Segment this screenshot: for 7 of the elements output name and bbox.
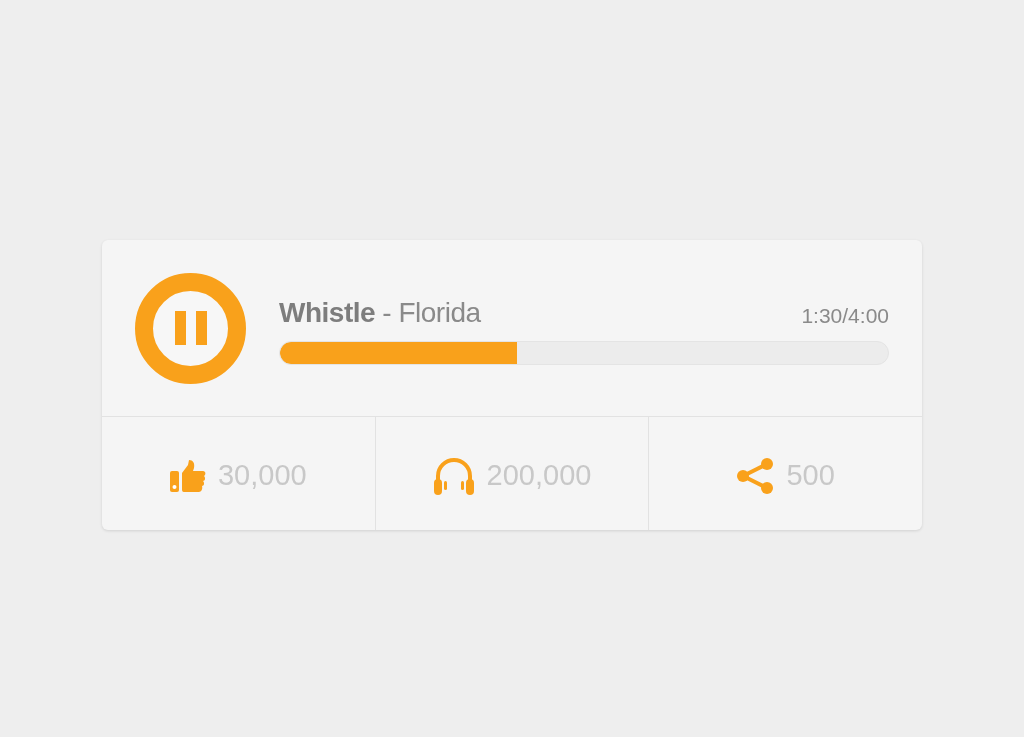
share-icon (736, 457, 775, 494)
track-time: 1:30/4:00 (801, 305, 889, 326)
track-title: Whistle - Florida (279, 299, 481, 327)
thumbs-up-icon (170, 459, 206, 492)
headphones-icon (432, 456, 475, 495)
progress-bar[interactable] (279, 341, 889, 365)
pause-icon (174, 311, 207, 345)
